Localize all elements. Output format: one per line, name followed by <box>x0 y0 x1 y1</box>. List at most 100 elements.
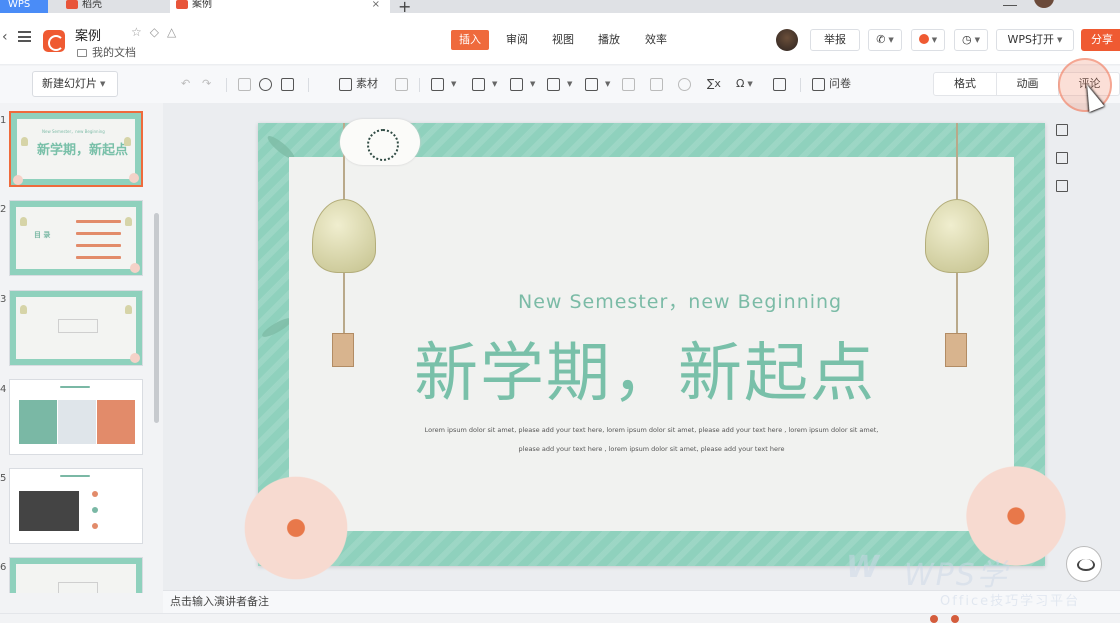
slide-thumbnail-2[interactable]: 目 录 <box>9 200 143 276</box>
speaker-notes-placeholder: 点击输入演讲者备注 <box>170 595 269 608</box>
user-avatar[interactable] <box>776 29 798 51</box>
slide-editor[interactable]: New Semester，new Beginning 新学期，新起点 Lorem… <box>258 123 1045 566</box>
chevron-down-icon: ▼ <box>888 36 894 44</box>
omega-label: Ω <box>736 77 745 90</box>
menu-play[interactable]: 播放 <box>598 30 620 50</box>
body-line-1: Lorem ipsum dolor sit amet, please add y… <box>424 426 879 434</box>
thumbnail-content <box>16 297 136 359</box>
thumbnail-content <box>10 380 142 454</box>
slide-thumbnail-1[interactable]: New Semester，new Beginning 新学期，新起点 <box>9 111 143 187</box>
qrcode-icon[interactable] <box>773 75 790 93</box>
flower-decoration-left <box>236 468 356 588</box>
slide-thumbnail-6[interactable] <box>9 557 143 593</box>
textbox-icon[interactable]: ▼ <box>431 75 456 93</box>
mindmap-icon[interactable] <box>650 75 667 93</box>
status-indicator <box>930 615 938 623</box>
tab-format[interactable]: 格式 <box>934 73 996 95</box>
menu-efficiency[interactable]: 效率 <box>645 30 667 50</box>
slide-thumbnail-5[interactable] <box>9 468 143 544</box>
survey-icon <box>812 77 825 91</box>
menu-view[interactable]: 视图 <box>552 30 574 50</box>
slide-subtitle[interactable]: New Semester，new Beginning <box>518 287 842 314</box>
tab-strip: WPS 稻壳 案例 × + <box>0 0 1120 16</box>
phone-icon: ✆ <box>876 33 886 46</box>
shape-insert-icon[interactable]: ▼ <box>510 75 535 93</box>
wps-presentation-logo <box>43 30 65 52</box>
slide-thumbnail-3[interactable] <box>9 290 143 366</box>
history-button[interactable]: ◷ ▼ <box>954 29 988 51</box>
tab-animation[interactable]: 动画 <box>996 73 1058 95</box>
share-button[interactable]: 分享 <box>1081 29 1120 51</box>
call-button[interactable]: ✆ ▼ <box>868 29 902 51</box>
toolbar-divider <box>226 78 227 92</box>
slide-number: 4 <box>0 384 7 395</box>
material-label: 素材 <box>356 77 378 90</box>
new-slide-button[interactable]: 新建幻灯片 ▼ <box>32 71 118 97</box>
grid-icon <box>339 77 352 91</box>
thumbnail-title: 目 录 <box>34 231 51 239</box>
slide-thumbnail-4[interactable] <box>9 379 143 455</box>
insert-toolbar: 新建幻灯片 ▼ ↶ ↷ 素材 ▼ ▼ ▼ ▼ ▼ ∑x Ω ▼ 问卷 格式 动画 评… <box>0 66 1120 103</box>
slide-number: 6 <box>0 562 7 573</box>
wps-home-tab[interactable]: WPS <box>0 0 48 13</box>
slide-number: 2 <box>0 204 7 215</box>
star-tag-cloud-icons[interactable]: ☆◇△ <box>131 25 184 39</box>
wps-open-button[interactable]: WPS打开 ▼ <box>996 29 1074 51</box>
watermark-subtitle: Office技巧学习平台 <box>940 594 1081 609</box>
record-button[interactable]: ▼ <box>911 29 945 51</box>
flowchart-icon[interactable] <box>622 75 639 93</box>
tab-label: 稻壳 <box>82 0 102 10</box>
magic-wand-icon[interactable] <box>1056 180 1068 192</box>
picture-icon[interactable]: ▼ <box>472 75 497 93</box>
tab-daoke[interactable]: 稻壳 <box>60 0 165 13</box>
format-painter-icon[interactable] <box>238 75 255 93</box>
slide-number: 1 <box>0 115 7 126</box>
close-tab-icon[interactable]: × <box>372 0 380 10</box>
hamburger-menu-icon[interactable] <box>18 31 31 42</box>
thumbnail-content: New Semester，new Beginning 新学期，新起点 <box>17 119 135 179</box>
thumbnail-subtitle: New Semester，new Beginning <box>42 129 105 134</box>
chart-icon[interactable]: ▼ <box>585 75 610 93</box>
assistant-mascot-icon[interactable] <box>1066 546 1102 582</box>
slide-content-area: New Semester，new Beginning 新学期，新起点 Lorem… <box>289 157 1014 531</box>
symbol-icon[interactable]: Ω ▼ <box>736 75 753 93</box>
redo-icon[interactable]: ↷ <box>202 75 211 93</box>
toolbar-divider <box>419 78 420 92</box>
thumbnail-content <box>10 469 142 543</box>
document-location[interactable]: 我的文档 <box>77 44 136 60</box>
undo-icon[interactable]: ↶ <box>181 75 190 93</box>
new-slide-label: 新建幻灯片 <box>42 77 97 90</box>
thumbnail-scrollbar[interactable] <box>154 213 159 423</box>
search-icon[interactable] <box>259 75 276 93</box>
print-icon[interactable] <box>281 75 298 93</box>
account-avatar[interactable] <box>1034 0 1054 8</box>
layout-icon[interactable] <box>1056 124 1068 136</box>
chevron-down-icon: ▼ <box>974 36 980 44</box>
document-title[interactable]: 案例 <box>75 25 101 44</box>
link-icon[interactable] <box>678 75 695 93</box>
formula-icon[interactable]: ∑x <box>707 75 721 93</box>
tab-document[interactable]: 案例 × <box>170 0 390 13</box>
thumbnail-content <box>16 564 136 593</box>
tab-label: 案例 <box>192 0 212 10</box>
minimize-icon[interactable] <box>1003 0 1017 6</box>
background-icon[interactable] <box>1056 152 1068 164</box>
thumbnail-title: 新学期，新起点 <box>37 143 129 158</box>
body-line-2: please add your text here , lorem ipsum … <box>518 445 785 453</box>
slide-title[interactable]: 新学期，新起点 <box>414 322 876 414</box>
daoke-icon <box>66 0 78 9</box>
menu-insert[interactable]: 插入 <box>451 30 489 50</box>
folder-label: 我的文档 <box>92 46 136 59</box>
material-button[interactable]: 素材 <box>339 75 378 93</box>
shapes-icon[interactable] <box>395 75 412 93</box>
table-icon[interactable]: ▼ <box>547 75 572 93</box>
report-button[interactable]: 举报 <box>810 29 860 51</box>
watermark-text: WPS学 <box>904 558 1009 593</box>
survey-button[interactable]: 问卷 <box>812 75 851 93</box>
clock-icon: ◷ <box>962 33 972 46</box>
back-icon[interactable]: ‹ <box>2 29 8 45</box>
flower-decoration-top <box>340 119 420 165</box>
menu-review[interactable]: 审阅 <box>506 30 528 50</box>
slide-body-text[interactable]: Lorem ipsum dolor sit amet, please add y… <box>289 421 1014 459</box>
record-icon <box>918 34 929 44</box>
